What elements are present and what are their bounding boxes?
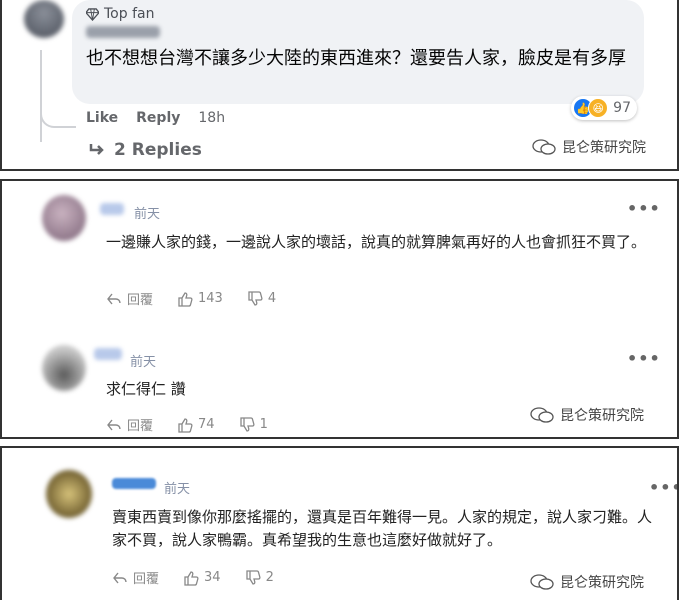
dislike-count: 4: [267, 291, 277, 306]
avatar[interactable]: [42, 195, 86, 241]
watermark-text: 昆仑策研究院: [560, 575, 644, 591]
reply-icon: [107, 293, 121, 304]
comment-time: 前天: [164, 482, 191, 497]
reply-label: 回覆: [127, 419, 154, 434]
thumbs-down-icon: [248, 290, 263, 306]
reply-button[interactable]: 回覆: [106, 415, 153, 434]
like-count: 74: [198, 417, 215, 432]
reply-button[interactable]: 回覆: [106, 289, 153, 308]
wechat-icon: [530, 574, 554, 590]
comment-actions: 回覆 74 1: [106, 415, 268, 434]
comments-panel-1: 前天 ••• 一邊賺人家的錢，一邊說人家的壞話，說真的就算脾氣再好的人也會抓狂不…: [0, 179, 679, 439]
like-button[interactable]: 143: [177, 291, 223, 307]
reply-button[interactable]: 回覆: [112, 568, 159, 587]
dislike-button[interactable]: 4: [247, 290, 277, 307]
dislike-count: 2: [265, 570, 274, 585]
comment-actions: 回覆 143 4: [106, 289, 276, 308]
like-button[interactable]: 34: [183, 570, 221, 586]
view-replies-button[interactable]: 2 Replies: [88, 140, 202, 160]
badge-label: Top fan: [104, 6, 155, 22]
dislike-button[interactable]: 2: [245, 569, 274, 586]
like-button[interactable]: Like: [86, 110, 118, 126]
dislike-button[interactable]: 1: [239, 416, 268, 433]
comment-text: 賣東西賣到像你那麼搖擺的，還真是百年難得一見。人家的規定，說人家刁難。人家不買，…: [112, 508, 653, 549]
comment-time: 前天: [130, 355, 157, 370]
avatar[interactable]: [46, 470, 92, 518]
avatar[interactable]: [24, 0, 64, 38]
commenter-name[interactable]: [100, 203, 124, 215]
replies-label: 2 Replies: [114, 140, 202, 160]
thumbs-down-icon: [239, 416, 255, 432]
top-fan-badge: Top fan: [86, 6, 154, 22]
more-options-icon[interactable]: •••: [627, 349, 661, 368]
commenter-name[interactable]: [94, 348, 122, 360]
reply-button[interactable]: Reply: [136, 110, 180, 126]
commenter-name[interactable]: [112, 478, 156, 489]
thumbs-up-icon: [178, 417, 193, 433]
more-options-icon[interactable]: •••: [649, 478, 677, 497]
thumbs-down-icon: [245, 569, 261, 585]
reaction-summary[interactable]: 👍 😆 97: [571, 96, 637, 120]
thumbs-up-icon: [184, 570, 199, 586]
reply-icon: [113, 572, 127, 583]
thread-line: [40, 50, 42, 142]
watermark: 昆仑策研究院: [530, 572, 644, 592]
watermark: 昆仑策研究院: [532, 137, 646, 157]
reaction-count: 97: [613, 100, 631, 116]
like-count: 34: [204, 570, 221, 585]
watermark-text: 昆仑策研究院: [560, 408, 644, 424]
thumbs-up-icon: [178, 291, 193, 307]
commenter-name[interactable]: [86, 26, 160, 38]
dislike-count: 1: [259, 417, 268, 432]
comment-time: 前天: [134, 207, 161, 222]
wechat-icon: [532, 139, 556, 155]
more-options-icon[interactable]: •••: [627, 199, 661, 218]
haha-icon: 😆: [588, 98, 609, 118]
comment-text: 求仁得仁 讚: [106, 380, 186, 398]
like-button[interactable]: 74: [177, 417, 215, 433]
comment-bubble: Top fan 也不想想台灣不讓多少大陸的東西進來？還要告人家，臉皮是有多厚: [72, 0, 644, 104]
like-count: 143: [198, 291, 223, 306]
diamond-icon: [86, 7, 99, 21]
comments-panel-2: 前天 ••• 賣東西賣到像你那麼搖擺的，還真是百年難得一見。人家的規定，說人家刁…: [0, 446, 679, 600]
watermark-text: 昆仑策研究院: [562, 140, 646, 156]
comment-actions: 回覆 34 2: [112, 568, 274, 587]
reply-arrow-icon: [89, 144, 104, 155]
thread-curve: [40, 98, 76, 128]
comment-text: 一邊賺人家的錢，一邊說人家的壞話，說真的就算脾氣再好的人也會抓狂不買了。: [106, 233, 647, 251]
comment-text: 也不想想台灣不讓多少大陸的東西進來？還要告人家，臉皮是有多厚: [86, 48, 626, 69]
comment-actions: Like Reply 18h: [86, 110, 225, 126]
comment-time: 18h: [198, 110, 226, 126]
wechat-icon: [530, 407, 554, 423]
reply-label: 回覆: [127, 293, 154, 308]
reply-icon: [107, 419, 121, 430]
reply-label: 回覆: [133, 572, 160, 587]
watermark: 昆仑策研究院: [530, 405, 644, 425]
avatar[interactable]: [42, 345, 86, 391]
top-comment-panel: Top fan 也不想想台灣不讓多少大陸的東西進來？還要告人家，臉皮是有多厚 👍…: [0, 0, 679, 171]
